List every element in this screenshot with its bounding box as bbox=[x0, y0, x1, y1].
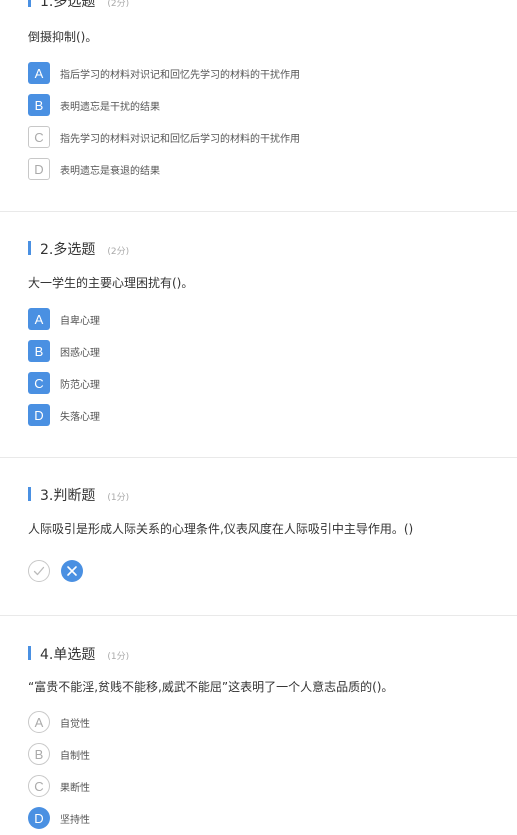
option-b[interactable]: B 自制性 bbox=[28, 743, 90, 765]
option-letter-badge[interactable]: A bbox=[28, 308, 50, 330]
option-letter-badge[interactable]: D bbox=[28, 807, 50, 829]
option-c[interactable]: C 防范心理 bbox=[28, 372, 100, 394]
option-text: 指先学习的材料对识记和回忆后学习的材料的干扰作用 bbox=[60, 133, 300, 145]
question-title: 1.多选题 bbox=[40, 0, 96, 10]
question-marker-bar bbox=[28, 487, 31, 501]
option-letter-badge[interactable]: B bbox=[28, 340, 50, 362]
option-text: 表明遗忘是干扰的结果 bbox=[60, 101, 160, 113]
false-option-button[interactable] bbox=[61, 560, 83, 582]
question-marker-bar bbox=[28, 241, 31, 255]
option-text: 困惑心理 bbox=[60, 347, 100, 359]
option-d[interactable]: D 失落心理 bbox=[28, 404, 100, 426]
question-title: 4.单选题 bbox=[40, 647, 96, 663]
question-score: (2分) bbox=[107, 0, 130, 9]
option-c[interactable]: C 指先学习的材料对识记和回忆后学习的材料的干扰作用 bbox=[28, 126, 300, 148]
question-marker-bar bbox=[28, 646, 31, 660]
option-text: 表明遗忘是衰退的结果 bbox=[60, 165, 160, 177]
option-letter-badge[interactable]: D bbox=[28, 158, 50, 180]
option-text: 自觉性 bbox=[60, 718, 90, 730]
option-letter-badge[interactable]: A bbox=[28, 711, 50, 733]
question-stem: 人际吸引是形成人际关系的心理条件,仪表风度在人际吸引中主导作用。() bbox=[28, 522, 414, 536]
option-d[interactable]: D 表明遗忘是衰退的结果 bbox=[28, 158, 160, 180]
question-score: (2分) bbox=[107, 247, 130, 257]
option-text: 防范心理 bbox=[60, 379, 100, 391]
option-c[interactable]: C 果断性 bbox=[28, 775, 90, 797]
option-d[interactable]: D 坚持性 bbox=[28, 807, 90, 829]
question-title: 2.多选题 bbox=[40, 242, 96, 258]
section-divider bbox=[0, 457, 517, 458]
option-letter-badge[interactable]: C bbox=[28, 372, 50, 394]
option-text: 果断性 bbox=[60, 782, 90, 794]
true-option-button[interactable] bbox=[28, 560, 50, 582]
question-score: (1分) bbox=[107, 652, 130, 662]
option-a[interactable]: A 自觉性 bbox=[28, 711, 90, 733]
option-text: 自制性 bbox=[60, 750, 90, 762]
option-letter-badge[interactable]: B bbox=[28, 94, 50, 116]
option-b[interactable]: B 困惑心理 bbox=[28, 340, 100, 362]
question-3-header: 3.判断题 (1分) bbox=[28, 485, 129, 505]
check-icon bbox=[33, 566, 45, 576]
option-text: 失落心理 bbox=[60, 411, 100, 423]
option-a[interactable]: A 指后学习的材料对识记和回忆先学习的材料的干扰作用 bbox=[28, 62, 300, 84]
option-letter-badge[interactable]: D bbox=[28, 404, 50, 426]
question-4-header: 4.单选题 (1分) bbox=[28, 644, 129, 664]
question-marker-bar bbox=[28, 0, 31, 7]
option-b[interactable]: B 表明遗忘是干扰的结果 bbox=[28, 94, 160, 116]
question-stem: 倒摄抑制()。 bbox=[28, 30, 98, 44]
question-1-header: 1.多选题 (2分) bbox=[28, 0, 129, 11]
close-icon bbox=[67, 566, 77, 576]
option-a[interactable]: A 自卑心理 bbox=[28, 308, 100, 330]
option-letter-badge[interactable]: C bbox=[28, 126, 50, 148]
question-title: 3.判断题 bbox=[40, 488, 96, 504]
option-letter-badge[interactable]: B bbox=[28, 743, 50, 765]
question-score: (1分) bbox=[107, 493, 130, 503]
option-text: 指后学习的材料对识记和回忆先学习的材料的干扰作用 bbox=[60, 69, 300, 81]
section-divider bbox=[0, 615, 517, 616]
option-letter-badge[interactable]: A bbox=[28, 62, 50, 84]
option-letter-badge[interactable]: C bbox=[28, 775, 50, 797]
option-text: 坚持性 bbox=[60, 814, 90, 826]
section-divider bbox=[0, 211, 517, 212]
question-stem: 大一学生的主要心理困扰有()。 bbox=[28, 276, 194, 290]
question-stem: “富贵不能淫,贫贱不能移,威武不能屈”这表明了一个人意志品质的()。 bbox=[28, 680, 394, 694]
question-2-header: 2.多选题 (2分) bbox=[28, 239, 129, 259]
option-text: 自卑心理 bbox=[60, 315, 100, 327]
